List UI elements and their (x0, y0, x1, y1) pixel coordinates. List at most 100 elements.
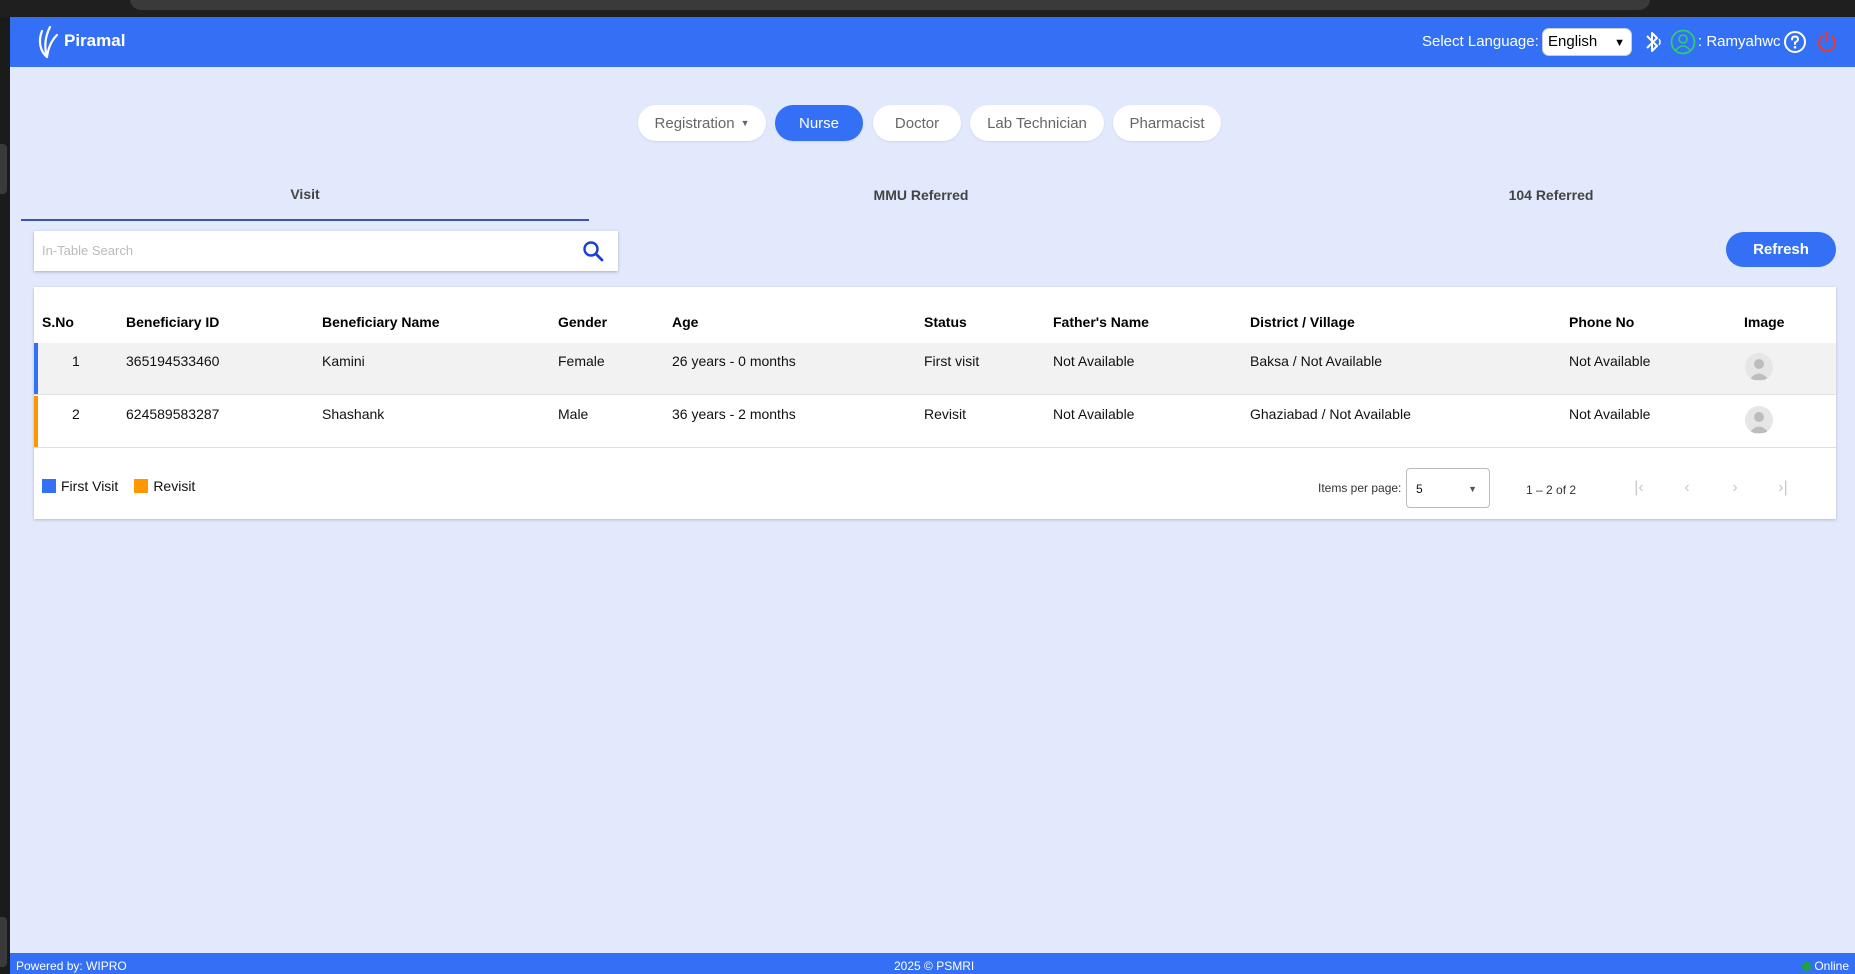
tab-registration[interactable]: Registration ▼ (638, 105, 766, 141)
column-header[interactable]: Beneficiary Name (322, 314, 440, 330)
table-row[interactable]: 1 365194533460 Kamini Female 26 years - … (34, 343, 1836, 395)
tab-lab-technician[interactable]: Lab Technician (970, 105, 1104, 141)
cell-beneficiary-name: Kamini (322, 353, 365, 369)
power-icon[interactable] (1815, 30, 1839, 54)
tab-mmu-referred[interactable]: MMU Referred (621, 169, 1221, 221)
language-value: English (1548, 33, 1598, 50)
column-header[interactable]: S.No (42, 314, 74, 330)
legend-label: First Visit (61, 478, 119, 494)
caret-down-icon: ▼ (740, 118, 750, 128)
browser-address-bar[interactable] (130, 0, 1650, 10)
column-header[interactable]: Age (672, 314, 698, 330)
cell-beneficiary-id: 365194533460 (126, 353, 220, 369)
table-header: S.No Beneficiary ID Beneficiary Name Gen… (34, 287, 1836, 343)
search-icon[interactable] (582, 240, 604, 262)
previous-page-icon[interactable]: ‹ (1676, 477, 1698, 499)
cell-sno: 1 (72, 353, 80, 369)
last-page-icon[interactable]: ›| (1772, 477, 1794, 499)
column-header[interactable]: Gender (558, 314, 607, 330)
tab-nurse[interactable]: Nurse (775, 105, 863, 141)
cell-fathers-name: Not Available (1053, 406, 1135, 422)
tab-label: Registration (654, 114, 735, 132)
cell-phone: Not Available (1569, 406, 1651, 422)
refresh-button[interactable]: Refresh (1726, 232, 1836, 267)
cell-phone: Not Available (1569, 353, 1651, 369)
column-header: Image (1744, 314, 1785, 330)
column-header[interactable]: Status (924, 314, 967, 330)
language-label: Select Language: (1422, 33, 1539, 50)
footer: Powered by: WIPRO 2025 © PSMRI Online (10, 953, 1855, 974)
browser-chrome (0, 0, 1855, 17)
app-window: Piramal Select Language: English ▼ : Ram… (10, 17, 1855, 974)
brand-logo[interactable]: Piramal (34, 23, 125, 59)
caret-down-icon: ▼ (1468, 484, 1477, 494)
window-edge (0, 17, 10, 974)
items-per-page-select[interactable]: 5 ▼ (1406, 468, 1490, 508)
user-circle-icon[interactable] (1670, 29, 1696, 55)
revisit-indicator (34, 396, 38, 447)
cell-status: First visit (924, 353, 980, 369)
copyright: 2025 © PSMRI (894, 959, 975, 973)
cell-age: 36 years - 2 months (672, 406, 796, 422)
items-per-page-label: Items per page: (1318, 481, 1402, 495)
cell-fathers-name: Not Available (1053, 353, 1135, 369)
first-page-icon[interactable]: |‹ (1628, 477, 1650, 499)
first-visit-indicator (34, 343, 38, 394)
piramal-logo-icon (38, 25, 59, 59)
connection-status: Online (1802, 959, 1849, 973)
legend-swatch (42, 479, 56, 493)
legend-first-visit: First Visit (42, 478, 118, 494)
cell-gender: Female (558, 353, 605, 369)
table-row[interactable]: 2 624589583287 Shashank Male 36 years - … (34, 396, 1836, 448)
column-header[interactable]: Beneficiary ID (126, 314, 219, 330)
online-status-icon (1802, 961, 1812, 971)
tab-label: Pharmacist (1129, 114, 1205, 132)
tab-pharmacist[interactable]: Pharmacist (1113, 105, 1221, 141)
tab-label: 104 Referred (1508, 187, 1594, 203)
cell-beneficiary-id: 624589583287 (126, 406, 220, 422)
avatar[interactable] (1745, 353, 1773, 381)
beneficiary-table: S.No Beneficiary ID Beneficiary Name Gen… (34, 287, 1836, 519)
legend-label: Revisit (153, 478, 196, 494)
avatar[interactable] (1745, 406, 1773, 434)
cell-beneficiary-name: Shashank (322, 406, 385, 422)
role-tabs: Registration ▼ Nurse Doctor Lab Technici… (10, 105, 1855, 141)
chevron-down-icon: ▼ (1614, 37, 1625, 49)
tab-label: Doctor (894, 114, 940, 132)
tab-104-referred[interactable]: 104 Referred (1251, 169, 1851, 221)
visit-sub-tabs: Visit MMU Referred 104 Referred (21, 169, 1845, 221)
help-icon[interactable] (1783, 30, 1807, 54)
edge-handle (0, 144, 7, 194)
tab-doctor[interactable]: Doctor (873, 105, 961, 141)
visit-legend: First Visit Revisit (42, 478, 211, 494)
cell-district-village: Ghaziabad / Not Available (1250, 406, 1411, 422)
powered-by: Powered by: WIPRO (16, 959, 127, 973)
column-header[interactable]: District / Village (1250, 314, 1355, 330)
tab-visit[interactable]: Visit (21, 169, 589, 221)
edge-handle (0, 917, 7, 967)
column-header[interactable]: Father's Name (1053, 314, 1149, 330)
pagination-range: 1 – 2 of 2 (1526, 483, 1577, 497)
tab-label: MMU Referred (873, 187, 969, 203)
table-search (34, 231, 618, 271)
status-label: Online (1814, 959, 1849, 973)
tab-label: Visit (290, 186, 320, 202)
items-per-page-value: 5 (1416, 482, 1423, 496)
tab-label: Nurse (798, 114, 839, 132)
tab-label: Lab Technician (987, 114, 1087, 132)
cell-district-village: Baksa / Not Available (1250, 353, 1383, 369)
bluetooth-icon[interactable] (1642, 29, 1664, 55)
brand-name: Piramal (64, 31, 126, 50)
user-placeholder-icon (1749, 359, 1769, 380)
search-input[interactable] (34, 231, 564, 269)
cell-status: Revisit (924, 406, 967, 422)
next-page-icon[interactable]: › (1724, 477, 1746, 499)
top-navbar: Piramal Select Language: English ▼ : Ram… (10, 17, 1855, 67)
cell-gender: Male (558, 406, 589, 422)
legend-swatch (134, 479, 149, 493)
user-name[interactable]: : Ramyahwc (1698, 33, 1781, 50)
language-select[interactable]: English ▼ (1542, 28, 1632, 56)
user-placeholder-icon (1749, 412, 1769, 433)
column-header[interactable]: Phone No (1569, 314, 1634, 330)
cell-age: 26 years - 0 months (672, 353, 796, 369)
